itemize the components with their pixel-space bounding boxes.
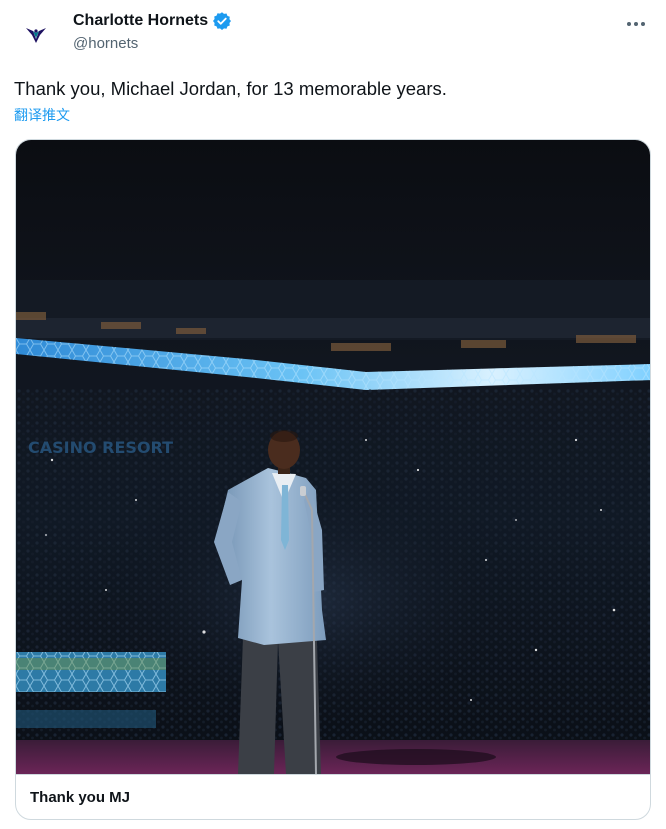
- author-display-name[interactable]: Charlotte Hornets: [73, 11, 208, 31]
- tweet-text: Thank you, Michael Jordan, for 13 memora…: [14, 78, 447, 99]
- hornets-logo-icon: [26, 28, 46, 43]
- card-footer[interactable]: Thank you MJ: [16, 774, 650, 819]
- card-title: Thank you MJ: [30, 789, 131, 806]
- tweet-header: Charlotte Hornets @hornets: [73, 11, 232, 54]
- arena-photo-illustration: CASINO RESORT: [16, 140, 650, 774]
- author-avatar[interactable]: [16, 14, 56, 54]
- arena-sign: CASINO RESORT: [28, 438, 173, 457]
- author-handle[interactable]: @hornets: [73, 34, 232, 54]
- verified-badge-icon: [213, 12, 232, 30]
- tweet: Charlotte Hornets @hornets Thank you, Mi…: [0, 0, 666, 829]
- media-card[interactable]: CASINO RESORT Thank you MJ: [15, 139, 651, 820]
- author-name-row: Charlotte Hornets: [73, 11, 232, 31]
- arena-photo[interactable]: CASINO RESORT: [16, 140, 650, 774]
- translate-link[interactable]: 翻译推文: [14, 106, 70, 124]
- more-icon: [627, 22, 645, 26]
- more-button[interactable]: [624, 12, 648, 36]
